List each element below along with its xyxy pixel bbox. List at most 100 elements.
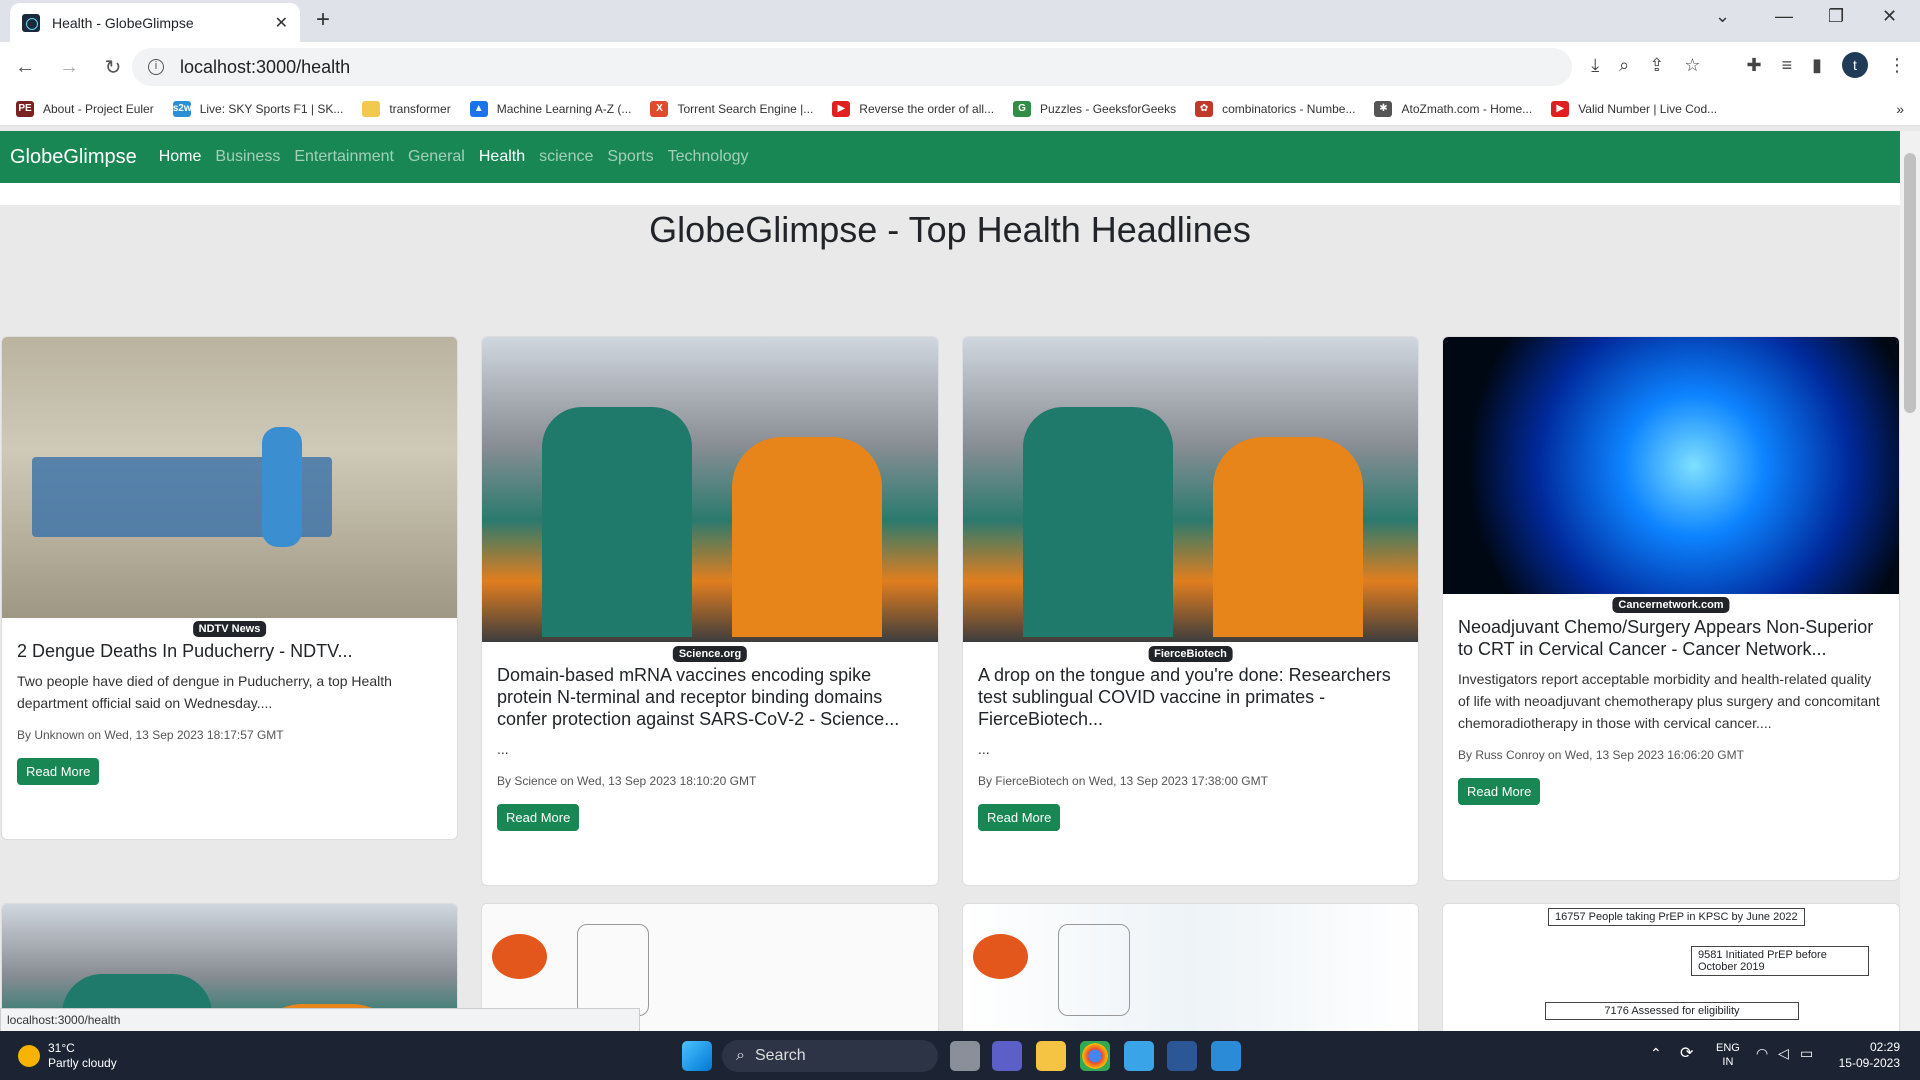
region-code: IN (1722, 1056, 1734, 1068)
volume-icon[interactable]: ◁ (1778, 1045, 1789, 1062)
bookmark-label: combinatorics - Numbe... (1222, 101, 1356, 116)
lang-code: ENG (1716, 1042, 1740, 1054)
bookmark-star-icon[interactable]: ☆ (1684, 55, 1700, 76)
task-view-icon[interactable] (950, 1041, 980, 1071)
read-more-button[interactable]: Read More (17, 758, 100, 785)
file-explorer-icon[interactable] (1036, 1041, 1066, 1071)
bookmark-item[interactable]: ▲ Machine Learning A-Z (... (469, 100, 631, 117)
sync-icon[interactable]: ⟳ (1680, 1043, 1693, 1063)
bookmark-favicon-icon: ▲ (469, 100, 488, 117)
browser-tab[interactable]: Health - GlobeGlimpse ✕ (10, 3, 300, 42)
news-card: 16757 People taking PrEP in KPSC by June… (1442, 903, 1900, 1031)
news-meta: By Russ Conroy on Wed, 13 Sep 2023 16:06… (1458, 748, 1744, 762)
news-card: FierceBiotech A drop on the tongue and y… (962, 336, 1419, 886)
new-tab-icon[interactable]: + (316, 6, 330, 34)
nav-science[interactable]: science (539, 148, 593, 166)
bookmark-label: Torrent Search Engine |... (677, 101, 814, 116)
weather-widget[interactable]: 31°C Partly cloudy (18, 1041, 117, 1071)
news-meta: By Unknown on Wed, 13 Sep 2023 18:17:57 … (17, 728, 284, 742)
bookmark-item[interactable]: s2w Live: SKY Sports F1 | SK... (172, 100, 343, 117)
nav-general[interactable]: General (408, 148, 465, 166)
nav-health[interactable]: Health (479, 148, 525, 166)
bookmark-item[interactable]: PE About - Project Euler (16, 100, 154, 117)
scrollbar-thumb[interactable] (1904, 153, 1916, 413)
news-card: Science.org Domain-based mRNA vaccines e… (481, 336, 939, 886)
bookmark-favicon-icon: ✱ (1374, 100, 1393, 117)
extensions-icon[interactable]: ✚ (1746, 55, 1761, 76)
bookmark-item[interactable]: ▶ Valid Number | Live Cod... (1551, 100, 1718, 117)
nav-entertainment[interactable]: Entertainment (294, 148, 394, 166)
zoom-icon[interactable]: ⌕ (1619, 55, 1629, 76)
reading-list-icon[interactable]: ≡ (1782, 55, 1793, 76)
bookmark-item[interactable]: ✿ combinatorics - Numbe... (1195, 100, 1356, 117)
time: 02:29 (1869, 1040, 1900, 1054)
site-info-icon[interactable]: i (148, 59, 164, 75)
word-icon[interactable] (1167, 1041, 1197, 1071)
bookmark-item[interactable]: G Puzzles - GeeksforGeeks (1013, 100, 1177, 117)
close-window-icon[interactable]: ✕ (1882, 6, 1897, 27)
bookmark-label: transformer (389, 101, 451, 116)
chrome-icon[interactable] (1080, 1041, 1110, 1071)
bookmark-item[interactable]: transformer (362, 100, 451, 117)
read-more-button[interactable]: Read More (1458, 778, 1541, 805)
teams-icon[interactable] (992, 1041, 1022, 1071)
bookmark-favicon-icon: ✿ (1195, 100, 1214, 117)
bookmark-item[interactable]: ▶ Reverse the order of all... (832, 100, 995, 117)
maximize-icon[interactable]: ❐ (1828, 6, 1844, 27)
install-icon[interactable]: ⤓ (1591, 55, 1599, 76)
bookmark-item[interactable]: X Torrent Search Engine |... (650, 100, 814, 117)
news-image (482, 337, 938, 642)
battery-icon[interactable]: ▭ (1800, 1045, 1813, 1062)
menu-icon[interactable]: ⋮ (1888, 55, 1906, 76)
reload-icon[interactable]: ↻ (94, 55, 132, 80)
share-icon[interactable]: ⇪ (1649, 55, 1664, 76)
notepad-icon[interactable] (1124, 1041, 1154, 1071)
bookmark-item[interactable]: ✱ AtoZmath.com - Home... (1374, 100, 1532, 117)
nav-business[interactable]: Business (215, 148, 280, 166)
flowchart-box: 9581 Initiated PrEP before October 2019 (1691, 946, 1869, 976)
news-meta: By FierceBiotech on Wed, 13 Sep 2023 17:… (978, 774, 1268, 788)
minimize-icon[interactable]: — (1775, 6, 1793, 27)
search-icon: ⌕ (736, 1047, 745, 1064)
taskbar-search[interactable]: ⌕ Search (722, 1040, 938, 1072)
weather-text: Partly cloudy (48, 1056, 117, 1070)
clock[interactable]: 02:29 15-09-2023 (1839, 1039, 1900, 1071)
bookmark-favicon-icon (362, 100, 381, 117)
tab-title: Health - GlobeGlimpse (52, 14, 194, 31)
more-bookmarks-icon[interactable]: » (1896, 101, 1904, 117)
bookmark-favicon-icon: ▶ (832, 100, 851, 117)
source-badge: Science.org (672, 646, 748, 662)
read-more-button[interactable]: Read More (978, 804, 1061, 831)
forward-icon[interactable]: → (50, 56, 88, 79)
source-badge: FierceBiotech (1148, 646, 1233, 662)
news-image (963, 337, 1418, 642)
start-icon[interactable] (682, 1041, 712, 1071)
wifi-icon[interactable]: ◠ (1756, 1045, 1768, 1062)
bookmark-label: Valid Number | Live Cod... (1578, 101, 1718, 116)
react-icon (22, 13, 40, 32)
nav-sports[interactable]: Sports (607, 148, 653, 166)
back-icon[interactable]: ← (6, 56, 44, 79)
tab-search-icon[interactable]: ⌄ (1715, 6, 1730, 27)
browser-toolbar: ← → ↻ i localhost:3000/health ⤓ ⌕ ⇪ ☆ ✚ … (0, 42, 1920, 92)
bookmark-label: Puzzles - GeeksforGeeks (1040, 101, 1177, 116)
brand-logo[interactable]: GlobeGlimpse (10, 146, 137, 169)
read-more-button[interactable]: Read More (497, 804, 580, 831)
profile-avatar[interactable]: t (1842, 52, 1868, 78)
news-card: NDTV News 2 Dengue Deaths In Puducherry … (1, 336, 458, 840)
page-scrollbar[interactable] (1900, 131, 1920, 1031)
url-text: localhost:3000/health (180, 56, 351, 77)
date: 15-09-2023 (1838, 1056, 1900, 1070)
flowchart-box: 7176 Assessed for eligibility (1545, 1002, 1799, 1020)
nav-technology[interactable]: Technology (668, 148, 749, 166)
language-indicator[interactable]: ENG IN (1716, 1041, 1740, 1069)
vscode-icon[interactable] (1211, 1041, 1241, 1071)
nav-home[interactable]: Home (159, 148, 202, 166)
close-tab-icon[interactable]: ✕ (275, 13, 288, 33)
side-panel-icon[interactable]: ▮ (1812, 55, 1822, 76)
news-card (962, 903, 1419, 1031)
flowchart-box: 16757 People taking PrEP in KPSC by June… (1548, 908, 1805, 926)
bookmark-label: Reverse the order of all... (859, 101, 995, 116)
address-bar[interactable]: i localhost:3000/health (132, 48, 1572, 86)
show-hidden-icons-icon[interactable]: ⌃ (1650, 1045, 1662, 1062)
